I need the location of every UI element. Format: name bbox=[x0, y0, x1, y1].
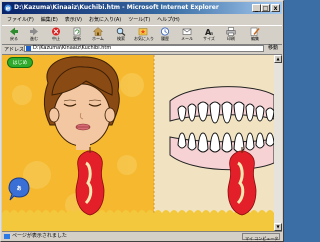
back-button[interactable]: 戻る bbox=[5, 27, 23, 43]
sound-bubble[interactable]: あ bbox=[8, 177, 30, 201]
ie-logo-icon: e bbox=[4, 4, 12, 12]
minimize-button[interactable]: _ bbox=[252, 4, 261, 12]
menu-bar: ファイル(F) 編集(E) 表示(V) お気に入り(A) ツール(T) ヘルプ(… bbox=[2, 15, 282, 24]
title-bar[interactable]: e D:\Kazuma\Kinaaiz\Kuchibi.htm - Micros… bbox=[2, 2, 282, 14]
back-arrow-icon bbox=[10, 27, 18, 36]
favorites-icon bbox=[138, 28, 148, 36]
page-content: はじめ あ bbox=[2, 55, 274, 231]
mail-button[interactable]: メール bbox=[178, 27, 196, 43]
history-button[interactable]: 履歴 bbox=[156, 27, 174, 43]
stop-button[interactable]: 中止 bbox=[47, 27, 65, 43]
address-url: D:\Kazuma\Kinaaiz\Kuchibi.htm bbox=[33, 45, 112, 51]
page-icon bbox=[26, 46, 31, 51]
status-zone: マイ コンピュータ bbox=[242, 233, 280, 241]
address-bar: アドレス(D) D:\Kazuma\Kinaaiz\Kuchibi.htm 移動 bbox=[2, 44, 282, 55]
address-input[interactable]: D:\Kazuma\Kinaaiz\Kuchibi.htm bbox=[24, 45, 264, 52]
search-label: 検索 bbox=[117, 36, 125, 41]
page-done-icon bbox=[4, 234, 10, 239]
history-icon bbox=[161, 27, 169, 36]
edit-button[interactable]: 編集 bbox=[246, 27, 264, 43]
go-button[interactable]: 移動 bbox=[266, 45, 280, 52]
font-size-button[interactable]: Aa サイズ bbox=[200, 27, 218, 43]
apple-core-right bbox=[227, 147, 257, 216]
lips-teeth-illustration bbox=[2, 55, 274, 231]
edit-label: 編集 bbox=[251, 36, 259, 41]
svg-text:e: e bbox=[6, 4, 11, 12]
print-icon bbox=[226, 27, 236, 36]
search-button[interactable]: 検索 bbox=[112, 27, 130, 43]
menu-tools[interactable]: ツール(T) bbox=[128, 17, 150, 23]
favorites-label: お気に入り bbox=[134, 36, 154, 41]
menu-view[interactable]: 表示(V) bbox=[65, 17, 82, 23]
forward-button[interactable]: 進む bbox=[25, 27, 43, 43]
vertical-scrollbar[interactable]: ▲ ▼ bbox=[274, 55, 282, 231]
menu-help[interactable]: ヘルプ(H) bbox=[157, 17, 180, 23]
menu-file[interactable]: ファイル(F) bbox=[7, 17, 34, 23]
zone-label: マイ コンピュータ bbox=[245, 236, 279, 241]
status-text: ページが表示されました bbox=[12, 233, 67, 239]
window-title: D:\Kazuma\Kinaaiz\Kuchibi.htm - Microsof… bbox=[14, 4, 219, 11]
forward-label: 進む bbox=[30, 36, 38, 41]
print-button[interactable]: 印刷 bbox=[222, 27, 240, 43]
font-size-icon: Aa bbox=[205, 28, 213, 36]
back-label: 戻る bbox=[10, 36, 18, 41]
stop-icon bbox=[52, 27, 60, 36]
mail-icon bbox=[182, 28, 192, 35]
edit-icon bbox=[250, 27, 260, 36]
refresh-label: 更新 bbox=[73, 36, 81, 41]
scroll-up-arrow[interactable]: ▲ bbox=[274, 55, 282, 63]
print-label: 印刷 bbox=[227, 36, 235, 41]
search-icon bbox=[116, 27, 126, 36]
start-button[interactable]: はじめ bbox=[7, 57, 33, 68]
menu-edit[interactable]: 編集(E) bbox=[41, 17, 58, 23]
forward-arrow-icon bbox=[30, 27, 38, 36]
maximize-button[interactable]: □ bbox=[261, 4, 270, 12]
mail-label: メール bbox=[181, 36, 193, 41]
browser-window: e D:\Kazuma\Kinaaiz\Kuchibi.htm - Micros… bbox=[0, 0, 284, 242]
home-button[interactable]: ホーム bbox=[89, 27, 107, 43]
history-label: 履歴 bbox=[161, 36, 169, 41]
refresh-button[interactable]: 更新 bbox=[68, 27, 86, 43]
apple-core-left bbox=[75, 147, 105, 216]
scroll-down-arrow[interactable]: ▼ bbox=[274, 223, 282, 231]
home-icon bbox=[93, 27, 103, 36]
close-button[interactable]: x bbox=[271, 4, 280, 12]
status-bar: ページが表示されました マイ コンピュータ bbox=[2, 231, 282, 241]
toolbar: 戻る 進む 中止 更新 ホーム 検索 お気に入り 履歴 メール A a サイズ … bbox=[2, 25, 282, 45]
menu-favorites[interactable]: お気に入り(A) bbox=[89, 17, 121, 23]
favorites-button[interactable]: お気に入り bbox=[134, 27, 154, 43]
bubble-label: あ bbox=[16, 186, 22, 192]
refresh-icon bbox=[73, 27, 81, 36]
home-label: ホーム bbox=[92, 36, 104, 41]
stop-label: 中止 bbox=[52, 36, 60, 41]
font-size-label: サイズ bbox=[203, 36, 215, 41]
